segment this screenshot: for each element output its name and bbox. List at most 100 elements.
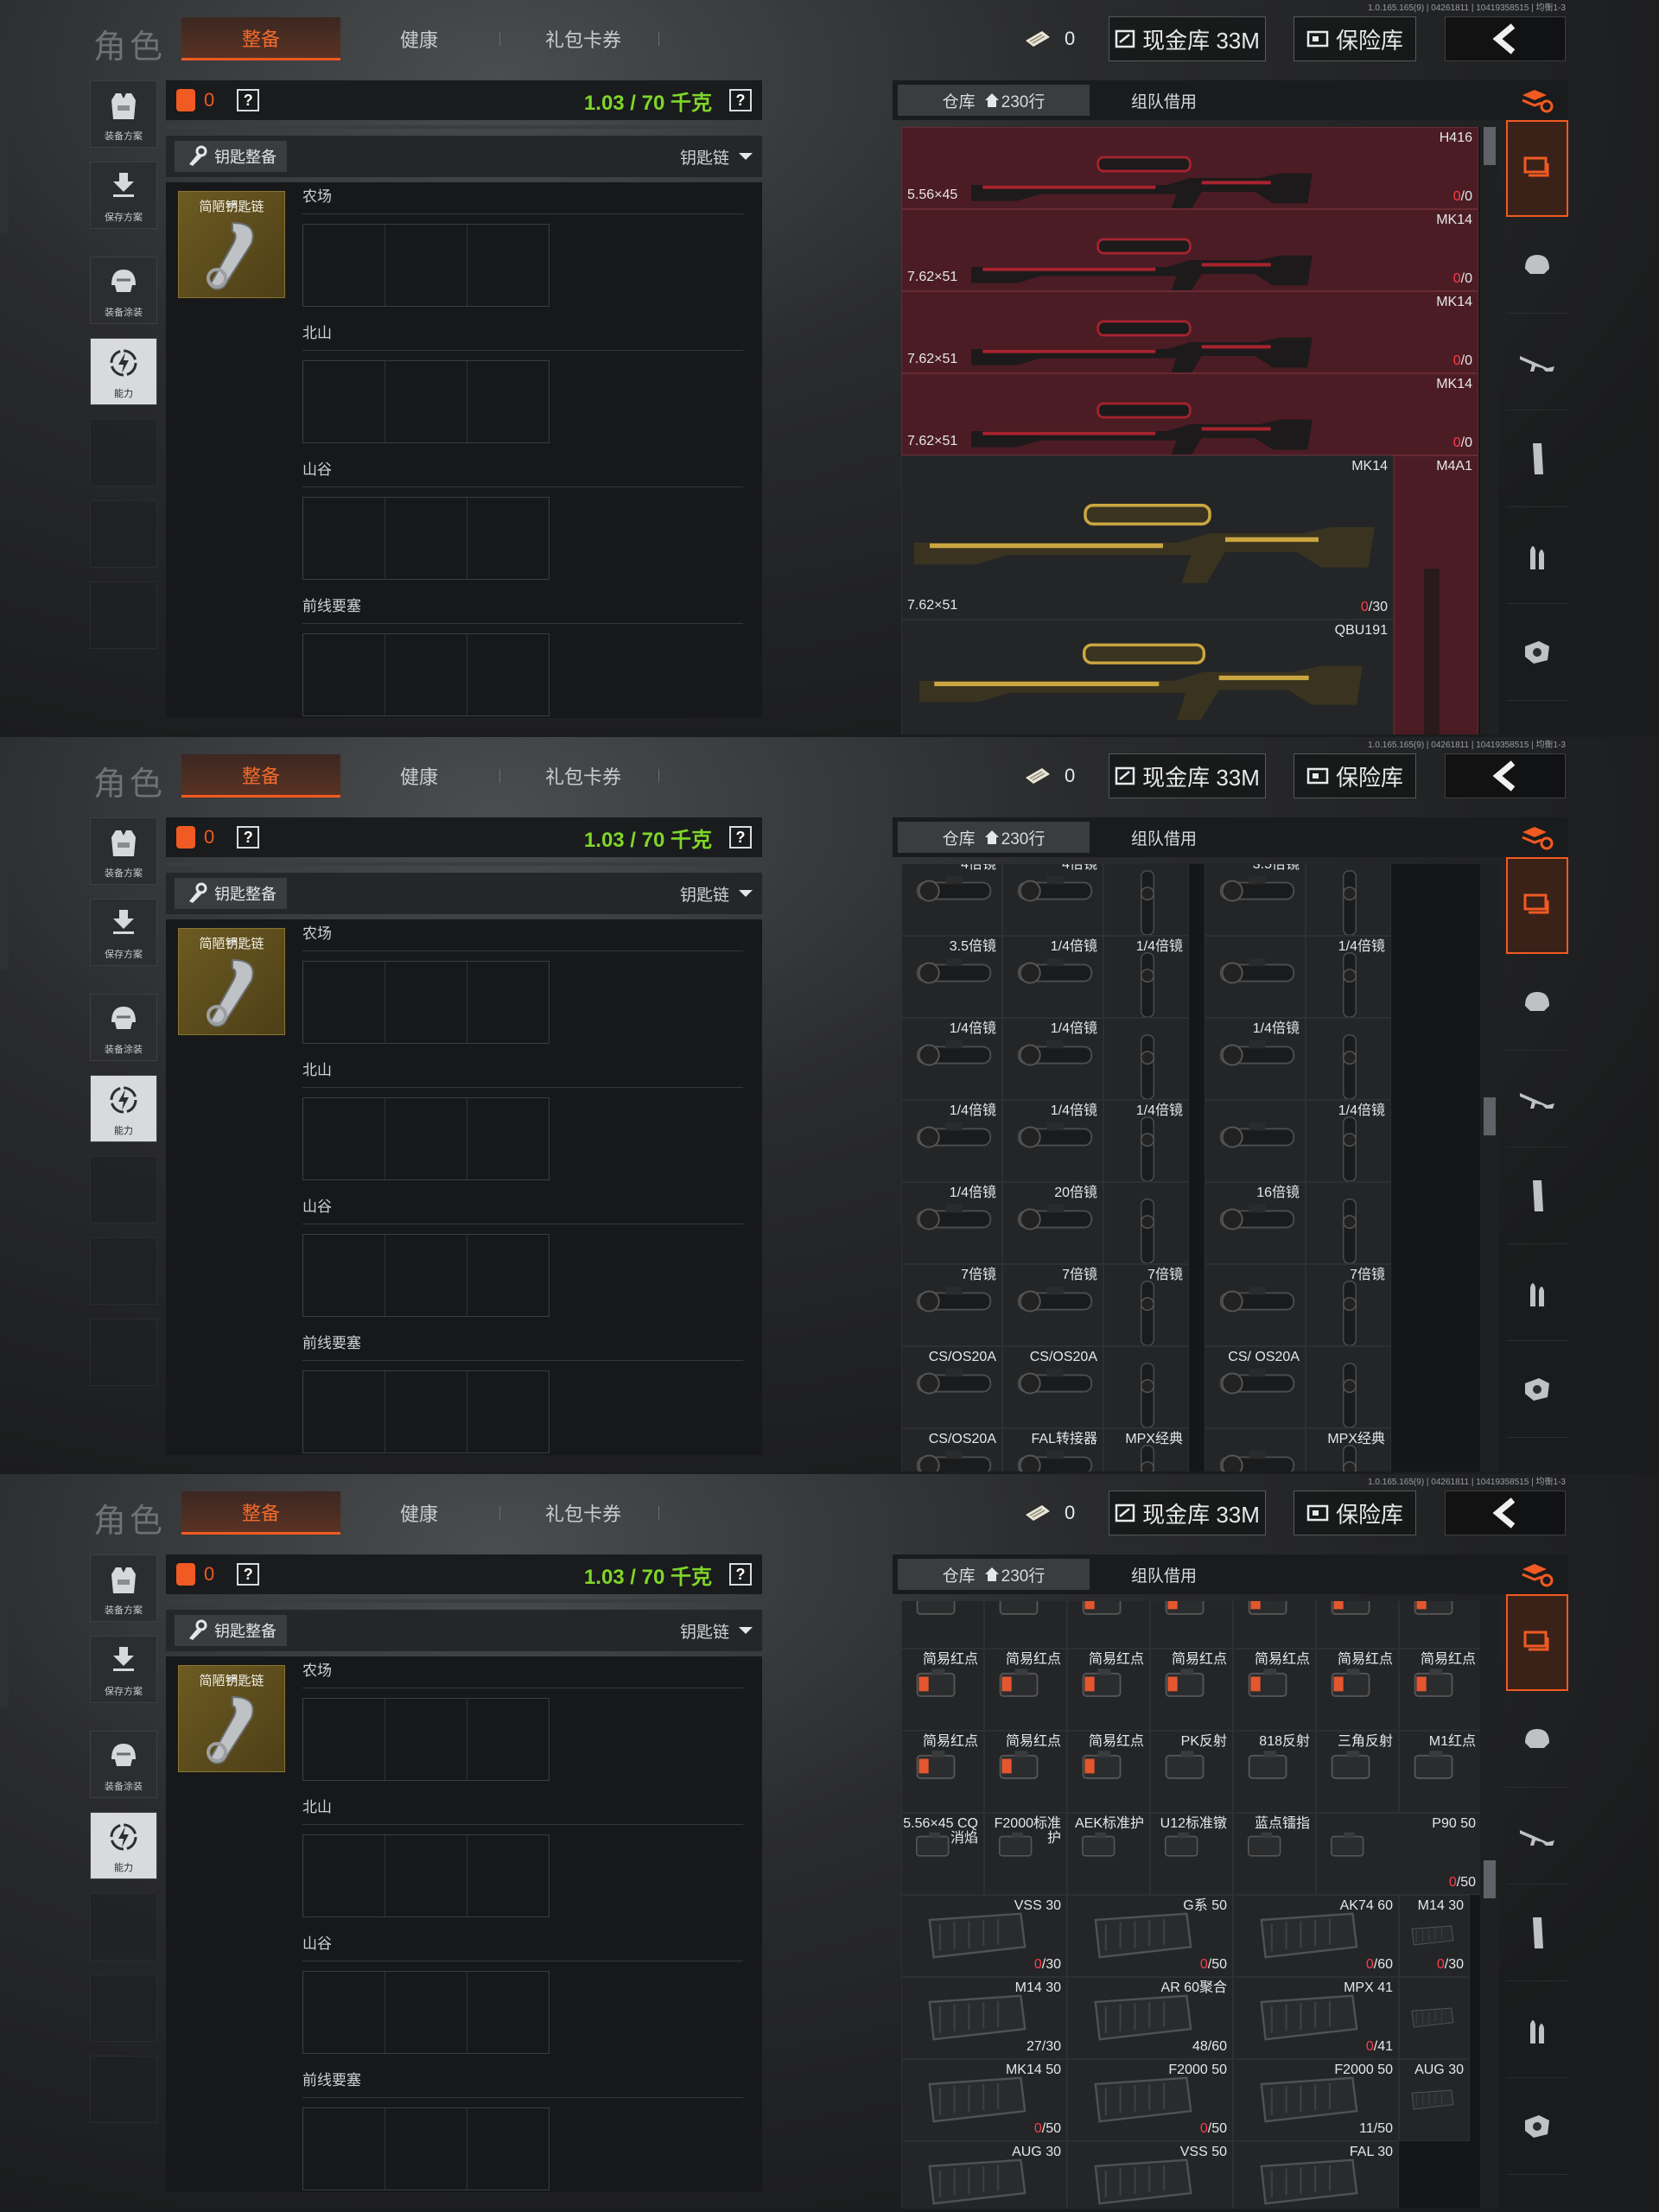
inventory-item[interactable]: G系 50 0/50 [1067, 1895, 1233, 1977]
tab-team-borrow[interactable]: 组队借用 [1095, 822, 1233, 853]
category-magazines[interactable] [1506, 1147, 1568, 1244]
key-slot[interactable] [303, 962, 385, 1043]
inventory-item[interactable]: MK14 7.62×51 0/0 [901, 373, 1478, 455]
tab-gift-cards[interactable]: 礼包卡券 [527, 17, 639, 60]
tab-equip[interactable]: 整备 [181, 17, 340, 60]
inventory-item[interactable]: FAL转接器 [1002, 1428, 1103, 1471]
key-equip-tab[interactable]: 钥匙整备 [175, 878, 287, 909]
help-icon[interactable]: ? [237, 826, 260, 849]
inventory-item[interactable]: U12标准镦 [1150, 1813, 1233, 1895]
key-slot[interactable] [303, 1835, 385, 1916]
left-drawer-handle[interactable] [0, 1578, 9, 1707]
key-slots[interactable] [302, 961, 550, 1044]
inventory-item[interactable] [1205, 1428, 1306, 1471]
category-ammo[interactable] [1506, 1981, 1568, 2078]
rail-skin[interactable]: 装备涂装 [90, 1731, 157, 1798]
safe-vault-button[interactable]: 保险库 [1294, 16, 1416, 61]
inventory-item[interactable]: 5.56×45 CQ消焰 [901, 1813, 984, 1895]
inventory-item[interactable]: 三角反射 [1316, 1731, 1399, 1813]
inventory-item[interactable]: 16倍镜 [1205, 1182, 1306, 1264]
rail-save-plan[interactable]: 保存方案 [90, 162, 157, 229]
key-slot[interactable] [385, 962, 467, 1043]
inventory-item[interactable]: CS/ OS20A [1205, 1346, 1306, 1428]
inventory-item[interactable] [1103, 1018, 1189, 1100]
inventory-item[interactable]: 简易红点 [1399, 1601, 1482, 1649]
key-slot[interactable] [303, 498, 385, 579]
scroll-thumb[interactable] [1484, 1860, 1496, 1898]
key-slot[interactable] [467, 1972, 549, 2053]
inventory-item[interactable]: MK14 7.62×51 0/0 [901, 209, 1478, 291]
inventory-item[interactable] [1205, 936, 1306, 1018]
left-drawer-handle[interactable] [0, 841, 9, 970]
inventory-item[interactable]: H416 5.56×45 0/0 [901, 127, 1478, 209]
back-button[interactable] [1445, 753, 1566, 798]
inventory-item[interactable]: 1/4倍镜 [1002, 1018, 1103, 1100]
inventory-item[interactable]: MK14 7.62×51 0/0 [901, 291, 1478, 373]
sort-button[interactable] [1506, 817, 1568, 857]
tab-team-borrow[interactable]: 组队借用 [1095, 1559, 1233, 1590]
key-slot[interactable] [467, 225, 549, 306]
key-slot[interactable] [385, 1972, 467, 2053]
category-magazines[interactable] [1506, 1885, 1568, 1981]
category-armor[interactable] [1506, 217, 1568, 314]
key-slot[interactable] [385, 498, 467, 579]
swap-icon[interactable]: ⇌ [179, 934, 284, 1033]
category-attachments[interactable] [1506, 2078, 1568, 2175]
key-slots[interactable] [302, 497, 550, 580]
inventory-item[interactable] [1306, 1346, 1391, 1428]
back-button[interactable] [1445, 16, 1566, 61]
inventory-item[interactable]: 1/4倍镜 [1103, 1100, 1189, 1182]
inventory-item[interactable] [1306, 1018, 1391, 1100]
inventory-item[interactable]: 1/4倍镜 [901, 1018, 1002, 1100]
rail-ability[interactable]: 能力 [90, 1075, 157, 1142]
tab-health[interactable]: 健康 [372, 754, 467, 798]
scroll-thumb[interactable] [1484, 127, 1496, 165]
key-chain-item[interactable]: 简陋钥匙链 ⇌ [178, 191, 285, 298]
inventory-item[interactable]: F2000 50 11/50 [1233, 2059, 1399, 2141]
category-attachments[interactable] [1506, 604, 1568, 701]
category-attachments[interactable] [1506, 1341, 1568, 1438]
key-slots[interactable] [302, 1698, 550, 1781]
inventory-item[interactable]: AUG 30 [901, 2141, 1067, 2209]
key-slot[interactable] [385, 1371, 467, 1452]
key-slot[interactable] [467, 361, 549, 442]
inventory-item[interactable]: PK反射 [1150, 1731, 1233, 1813]
key-slot[interactable] [467, 1699, 549, 1780]
key-slot[interactable] [385, 1835, 467, 1916]
inventory-item[interactable]: CS/OS20A [901, 1428, 1002, 1471]
rail-loadout-plan[interactable]: 装备方案 [90, 817, 157, 885]
inventory-item[interactable]: 20倍镜 [1002, 1182, 1103, 1264]
inventory-item[interactable]: MPX经典 [1103, 1428, 1189, 1471]
key-slot[interactable] [303, 1972, 385, 2053]
inventory-item[interactable] [1103, 1346, 1189, 1428]
inventory-item[interactable]: 简易红点 [1067, 1601, 1150, 1649]
rail-skin[interactable]: 装备涂装 [90, 257, 157, 324]
inventory-scrollbar[interactable] [1480, 127, 1499, 734]
key-slot[interactable] [467, 1098, 549, 1179]
inventory-item[interactable]: MPX经典 [1306, 1428, 1391, 1471]
inventory-item[interactable]: AK74 60 0/60 [1233, 1895, 1399, 1977]
weight-help-icon[interactable]: ? [729, 1563, 752, 1586]
inventory-item[interactable]: 蓝点镭指 [1233, 1813, 1316, 1895]
inventory-item[interactable]: 简易红点 [1316, 1601, 1399, 1649]
rail-loadout-plan[interactable]: 装备方案 [90, 80, 157, 148]
help-icon[interactable]: ? [237, 89, 260, 111]
inventory-item[interactable]: CS/OS20A [1002, 1346, 1103, 1428]
inventory-item[interactable]: FAL 30 [1233, 2141, 1399, 2209]
inventory-item[interactable]: CS/OS20A [901, 1346, 1002, 1428]
category-ammo[interactable] [1506, 507, 1568, 604]
key-slots[interactable] [302, 2107, 550, 2190]
tab-gift-cards[interactable]: 礼包卡券 [527, 1491, 639, 1535]
inventory-item[interactable] [1399, 1977, 1470, 2059]
rail-skin[interactable]: 装备涂装 [90, 994, 157, 1061]
inventory-item[interactable]: 7倍镜 [1002, 1264, 1103, 1346]
inventory-item[interactable]: M14 30 0/30 [1399, 1895, 1470, 1977]
inventory-item[interactable]: MPX 41 0/41 [1233, 1977, 1399, 2059]
key-slot[interactable] [385, 225, 467, 306]
key-slot[interactable] [385, 1098, 467, 1179]
weight-help-icon[interactable]: ? [729, 89, 752, 111]
inventory-item[interactable]: 1/4倍镜 [1306, 1100, 1391, 1182]
key-slot[interactable] [303, 225, 385, 306]
inventory-item[interactable]: 1/4倍镜 [1205, 1018, 1306, 1100]
rail-save-plan[interactable]: 保存方案 [90, 899, 157, 966]
